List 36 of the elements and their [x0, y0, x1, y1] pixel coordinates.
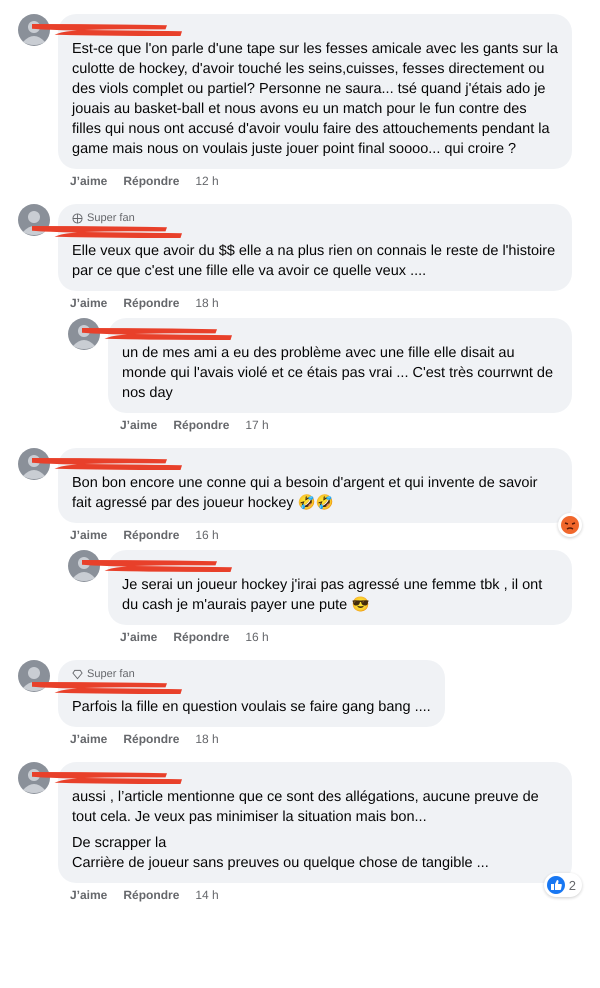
- comment-text: De scrapper la Carrière de joueur sans preuves ou quelque chose de tangible ...: [72, 834, 490, 873]
- like-link[interactable]: J’aime: [70, 732, 108, 746]
- like-link[interactable]: J’aime: [70, 174, 108, 188]
- comment-time: 18 h: [195, 732, 219, 746]
- diamond-icon: [72, 668, 83, 680]
- comment-text: Est-ce que l'on parle d'une tape sur les fesses amicale avec les gants sur la culotte de hockey, d'avoir touché les seins,cuisses, fesses directement ou des viols complet ou partiel? Personne ne saura... tsé quand j'étais ado je jouais au basket-ball et nous avons eu un match pour le fun contre des filles qui nous ont accusé d'avoir voulu faire des attouchements pendant la game mais nous on voulais juste jouer point final soooo... qui croire ?: [72, 40, 558, 159]
- like-link[interactable]: J’aime: [70, 528, 108, 542]
- reply-link[interactable]: Répondre: [123, 174, 180, 188]
- reply-link[interactable]: Répondre: [173, 630, 230, 644]
- reply-link[interactable]: Répondre: [173, 418, 230, 432]
- comment-text: Elle veux que avoir du $$ elle a na plus rien on connais le reste de l'histoire par ce que c'est une fille elle va avoir ce quelle veux ....: [72, 242, 556, 281]
- comment-time: 18 h: [195, 296, 219, 310]
- comment-time: 16 h: [245, 630, 269, 644]
- super-fan-label: Super fan: [87, 212, 135, 224]
- reply-link[interactable]: Répondre: [123, 888, 180, 902]
- reaction-count: 2: [568, 878, 577, 892]
- comment-text: Parfois la fille en question voulais se faire gang bang ....: [72, 698, 431, 717]
- reply-link[interactable]: Répondre: [123, 732, 180, 746]
- reply-link[interactable]: Répondre: [123, 296, 180, 310]
- like-link[interactable]: J’aime: [70, 296, 108, 310]
- comment-time: 16 h: [195, 528, 219, 542]
- comment-text: un de mes ami a eu des problème avec une fille elle disait au monde qui l'avais violé et ce étais pas vrai ... C'est très courrwnt de nos day: [122, 344, 554, 403]
- thumbs-up-icon[interactable]: [546, 875, 566, 895]
- comment-time: 17 h: [245, 418, 269, 432]
- reply-link[interactable]: Répondre: [123, 528, 180, 542]
- like-link[interactable]: J’aime: [120, 630, 158, 644]
- comment-text: Je serai un joueur hockey j'irai pas agressé une femme tbk , il ont du cash je m'aurais payer une pute 😎: [122, 576, 544, 615]
- comment-text: Bon bon encore une conne qui a besoin d'argent et qui invente de savoir fait agressé par des joueur hockey 🤣🤣: [72, 474, 538, 513]
- comment-time: 14 h: [195, 888, 219, 902]
- comment-text: aussi , l’article mentionne que ce sont des allégations, aucune preuve de tout cela. Je veux pas minimiser la situation mais bon...: [72, 788, 540, 827]
- like-link[interactable]: J’aime: [70, 888, 108, 902]
- angry-face-icon[interactable]: [560, 515, 580, 535]
- comment-time: 12 h: [195, 174, 219, 188]
- globe-icon: [72, 212, 83, 224]
- like-link[interactable]: J’aime: [120, 418, 158, 432]
- super-fan-label: Super fan: [87, 668, 135, 680]
